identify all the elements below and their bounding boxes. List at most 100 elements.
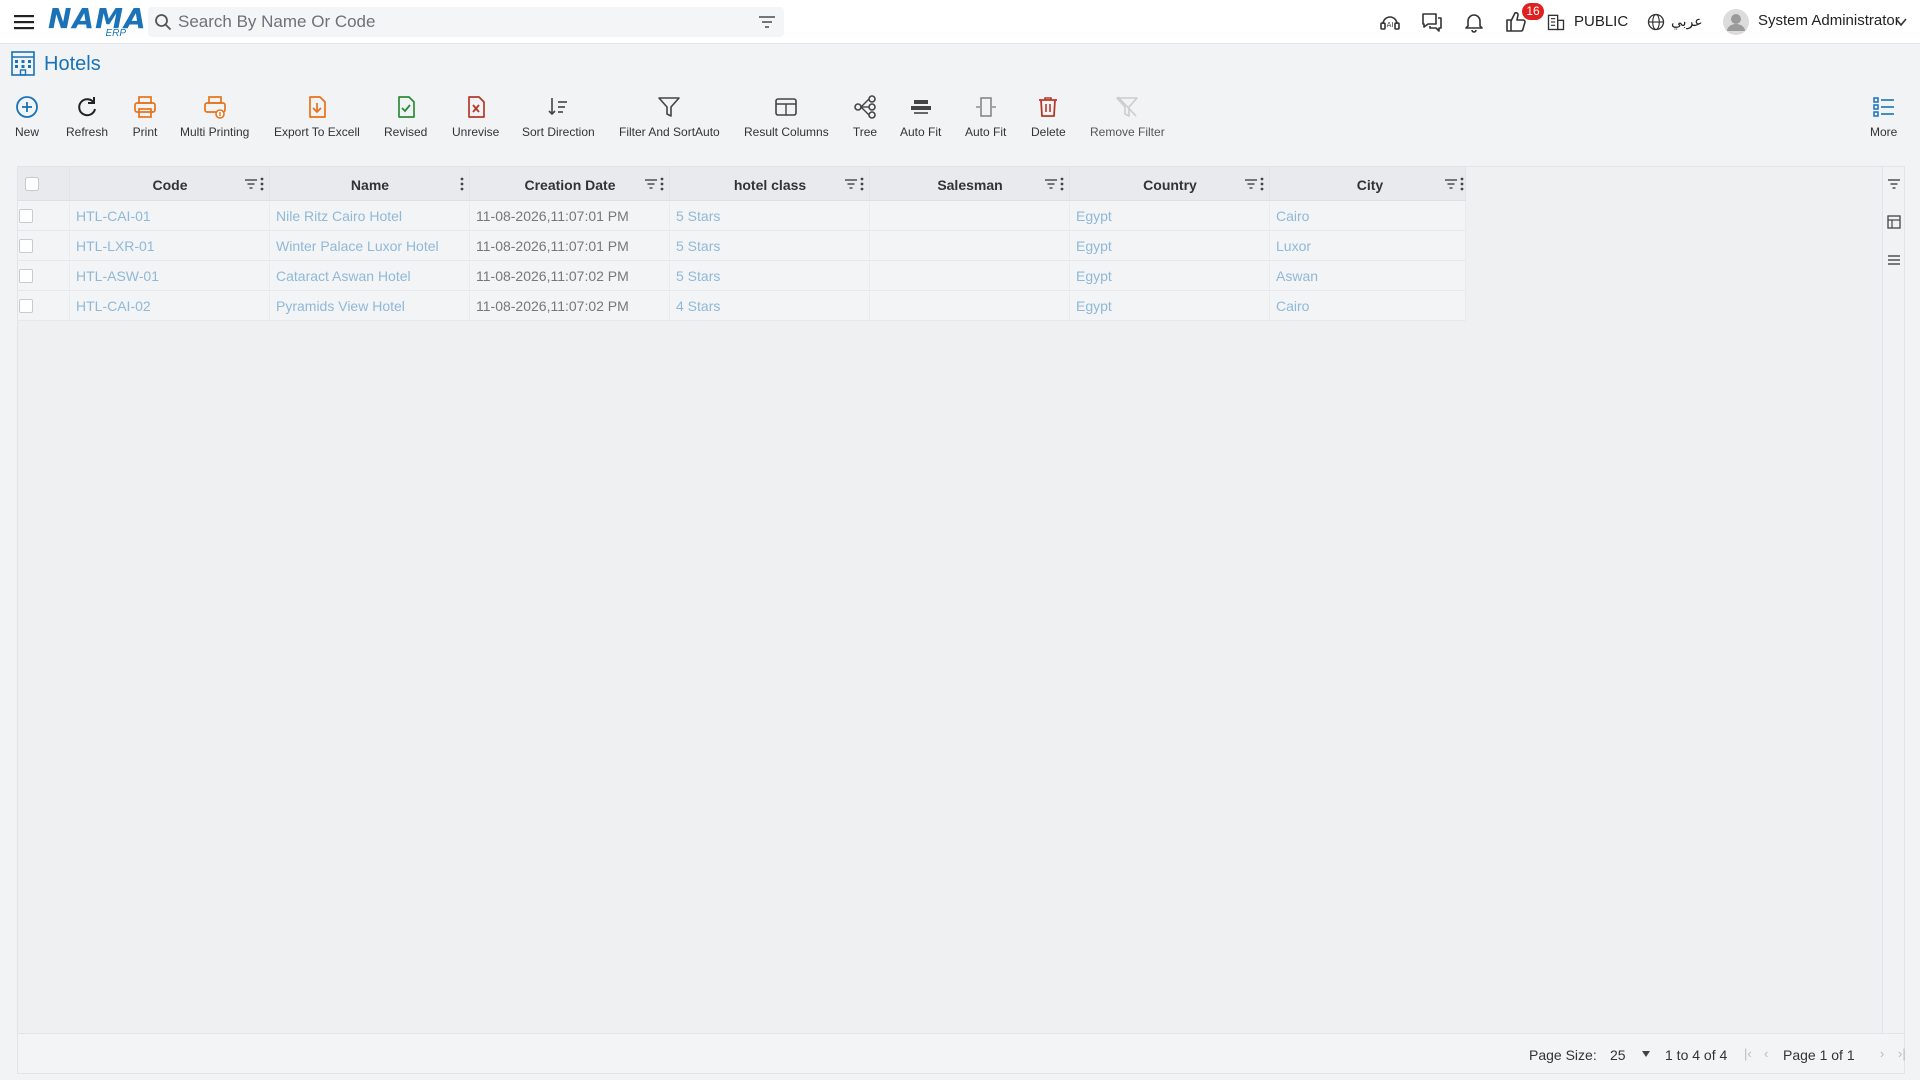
- column-header-code[interactable]: Code: [70, 167, 270, 201]
- cell-name[interactable]: Pyramids View Hotel: [270, 291, 470, 321]
- first-page-icon[interactable]: |‹: [1744, 1046, 1758, 1062]
- columns-icon: [775, 98, 798, 116]
- multi-printing-button[interactable]: Multi Printing: [180, 94, 249, 139]
- export-excel-button[interactable]: Export To Excell: [274, 94, 360, 139]
- cell-country[interactable]: Egypt: [1070, 291, 1270, 321]
- unrevise-button[interactable]: Unrevise: [452, 94, 499, 139]
- auto-fit-button[interactable]: Auto Fit: [900, 94, 941, 139]
- column-header-creation-date[interactable]: Creation Date: [470, 167, 670, 201]
- delete-button[interactable]: Delete: [1031, 94, 1066, 139]
- column-filter-icon[interactable]: [1244, 178, 1258, 190]
- printer-icon: [134, 96, 156, 118]
- table-row[interactable]: HTL-CAI-01 Nile Ritz Cairo Hotel 11-08-2…: [18, 201, 1466, 231]
- cell-country[interactable]: Egypt: [1070, 261, 1270, 291]
- row-checkbox[interactable]: [19, 239, 33, 253]
- cell-name[interactable]: Nile Ritz Cairo Hotel: [270, 201, 470, 231]
- chevron-down-icon[interactable]: [1894, 15, 1908, 29]
- column-header-name[interactable]: Name: [270, 167, 470, 201]
- grid-filter-icon[interactable]: [1887, 177, 1901, 191]
- column-filter-icon[interactable]: [1044, 178, 1058, 190]
- grid-menu-icon[interactable]: [1887, 253, 1901, 267]
- table-row[interactable]: HTL-LXR-01 Winter Palace Luxor Hotel 11-…: [18, 231, 1466, 261]
- column-header-salesman[interactable]: Salesman: [870, 167, 1070, 201]
- last-page-icon[interactable]: ›|: [1898, 1046, 1912, 1062]
- row-range-summary: 1 to 4 of 4: [1665, 1047, 1728, 1063]
- next-page-icon[interactable]: ›: [1880, 1046, 1894, 1062]
- nama-erp-logo[interactable]: NAMA ERP: [48, 4, 146, 40]
- cell-hotel-class[interactable]: 5 Stars: [670, 261, 870, 291]
- cell-country[interactable]: Egypt: [1070, 201, 1270, 231]
- cell-code[interactable]: HTL-ASW-01: [70, 261, 270, 291]
- ai-assistant-icon[interactable]: AI: [1378, 10, 1402, 34]
- row-checkbox[interactable]: [19, 209, 33, 223]
- language-toggle[interactable]: عربي: [1671, 13, 1703, 30]
- column-menu-icon[interactable]: [1460, 177, 1464, 191]
- cell-name[interactable]: Winter Palace Luxor Hotel: [270, 231, 470, 261]
- result-columns-button[interactable]: Result Columns: [744, 94, 829, 139]
- column-menu-icon[interactable]: [260, 177, 264, 191]
- column-menu-icon[interactable]: [660, 177, 664, 191]
- column-filter-icon[interactable]: [644, 178, 658, 190]
- cell-city[interactable]: Cairo: [1270, 291, 1466, 321]
- branch-selector[interactable]: PUBLIC: [1574, 13, 1628, 30]
- column-menu-icon[interactable]: [1260, 177, 1264, 191]
- print-button[interactable]: Print: [132, 94, 158, 139]
- cell-country[interactable]: Egypt: [1070, 231, 1270, 261]
- cell-hotel-class[interactable]: 5 Stars: [670, 231, 870, 261]
- table-row[interactable]: HTL-ASW-01 Cataract Aswan Hotel 11-08-20…: [18, 261, 1466, 291]
- auto-fit-columns-button[interactable]: Auto Fit: [965, 94, 1006, 139]
- cell-salesman[interactable]: [870, 201, 1070, 231]
- column-menu-icon[interactable]: [460, 177, 464, 191]
- cell-code[interactable]: HTL-CAI-01: [70, 201, 270, 231]
- column-menu-icon[interactable]: [1060, 177, 1064, 191]
- filter-and-sort-button[interactable]: Filter And SortAuto: [619, 94, 720, 139]
- revised-button[interactable]: Revised: [384, 94, 427, 139]
- select-all-checkbox[interactable]: [25, 177, 39, 191]
- remove-filter-button[interactable]: Remove Filter: [1090, 94, 1165, 139]
- cell-salesman[interactable]: [870, 291, 1070, 321]
- svg-text:AI: AI: [1387, 21, 1394, 29]
- search-filter-icon[interactable]: [758, 14, 776, 30]
- tree-button[interactable]: Tree: [852, 94, 878, 139]
- row-checkbox[interactable]: [19, 299, 33, 313]
- more-button[interactable]: More: [1870, 94, 1897, 139]
- column-filter-icon[interactable]: [844, 178, 858, 190]
- previous-page-icon[interactable]: ‹: [1764, 1046, 1778, 1062]
- cell-code[interactable]: HTL-LXR-01: [70, 231, 270, 261]
- cell-creation-date: 11-08-2026,11:07:01 PM: [470, 231, 670, 261]
- cell-name[interactable]: Cataract Aswan Hotel: [270, 261, 470, 291]
- column-menu-icon[interactable]: [860, 177, 864, 191]
- remove-filter-icon: [1116, 96, 1139, 117]
- column-header-city[interactable]: City: [1270, 167, 1466, 201]
- cell-code[interactable]: HTL-CAI-02: [70, 291, 270, 321]
- new-button[interactable]: New: [14, 94, 40, 139]
- cell-city[interactable]: Luxor: [1270, 231, 1466, 261]
- cell-salesman[interactable]: [870, 231, 1070, 261]
- table-row[interactable]: HTL-CAI-02 Pyramids View Hotel 11-08-202…: [18, 291, 1466, 321]
- page-size-select[interactable]: 25: [1604, 1042, 1654, 1066]
- column-header-country[interactable]: Country: [1070, 167, 1270, 201]
- search-input[interactable]: [178, 7, 738, 37]
- column-filter-icon[interactable]: [244, 178, 258, 190]
- globe-icon[interactable]: [1646, 12, 1666, 32]
- refresh-button[interactable]: Refresh: [66, 94, 108, 139]
- cell-city[interactable]: Cairo: [1270, 201, 1466, 231]
- cell-hotel-class[interactable]: 5 Stars: [670, 201, 870, 231]
- cell-hotel-class[interactable]: 4 Stars: [670, 291, 870, 321]
- cell-city[interactable]: Aswan: [1270, 261, 1466, 291]
- auto-fit-columns-icon: [975, 97, 996, 117]
- sort-direction-button[interactable]: Sort Direction: [522, 94, 595, 139]
- notification-bell-icon[interactable]: [1462, 10, 1486, 34]
- row-checkbox[interactable]: [19, 269, 33, 283]
- grid-columns-panel-icon[interactable]: [1887, 215, 1901, 229]
- grid-side-tools: [1882, 167, 1904, 1033]
- column-header-hotel-class[interactable]: hotel class: [670, 167, 870, 201]
- row-select-cell: [18, 201, 70, 231]
- page-indicator: Page 1 of 1: [1783, 1047, 1855, 1063]
- cell-salesman[interactable]: [870, 261, 1070, 291]
- user-menu[interactable]: System Administrator: [1758, 12, 1900, 29]
- user-avatar-icon[interactable]: [1722, 8, 1750, 36]
- chat-icon[interactable]: [1420, 10, 1444, 34]
- column-filter-icon[interactable]: [1444, 178, 1458, 190]
- hamburger-menu-icon[interactable]: [12, 10, 36, 34]
